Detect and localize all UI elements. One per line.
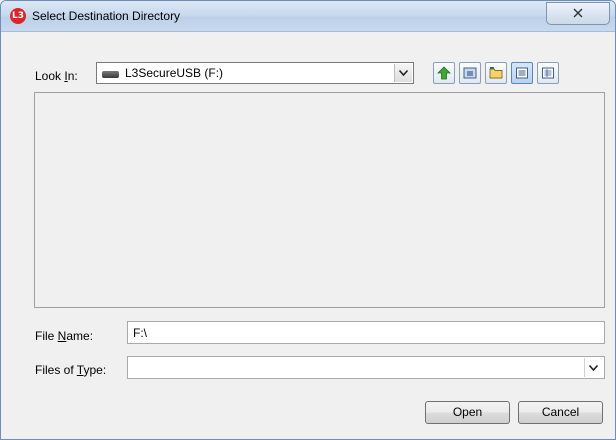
up-one-level-button[interactable] <box>433 62 455 84</box>
file-name-input[interactable]: F:\ <box>127 321 605 344</box>
look-in-value: L3SecureUSB (F:) <box>125 66 224 80</box>
files-of-type-combo[interactable] <box>127 356 605 379</box>
details-view-icon <box>542 67 554 79</box>
up-one-level-icon <box>437 66 451 80</box>
dialog-window: L3 Select Destination Directory Look In:… <box>0 0 616 440</box>
title-bar[interactable]: L3 Select Destination Directory <box>1 1 615 32</box>
files-of-type-label: Files of Type: <box>35 363 107 377</box>
desktop-button[interactable] <box>459 62 481 84</box>
chevron-down-icon <box>399 70 408 76</box>
new-folder-button[interactable] <box>485 62 507 84</box>
file-name-label: File Name: <box>35 329 94 343</box>
look-in-label: Look In: <box>35 69 78 83</box>
look-in-dropdown-arrow[interactable] <box>394 64 412 82</box>
look-in-combo[interactable]: L3SecureUSB (F:) <box>96 62 414 84</box>
open-button[interactable]: Open <box>425 401 510 424</box>
details-view-button[interactable] <box>537 62 559 84</box>
new-folder-icon <box>489 67 503 79</box>
files-of-type-dropdown-arrow[interactable] <box>584 358 603 377</box>
list-view-icon <box>516 67 528 79</box>
window-title: Select Destination Directory <box>32 9 181 23</box>
chevron-down-icon <box>589 365 598 371</box>
list-view-button[interactable] <box>511 62 533 84</box>
desktop-icon <box>463 67 477 79</box>
cancel-button[interactable]: Cancel <box>518 401 603 424</box>
usb-drive-icon <box>102 71 119 78</box>
app-logo-icon: L3 <box>10 8 26 24</box>
close-icon <box>573 8 583 18</box>
close-button[interactable] <box>546 2 610 25</box>
file-list-pane[interactable] <box>34 92 605 308</box>
